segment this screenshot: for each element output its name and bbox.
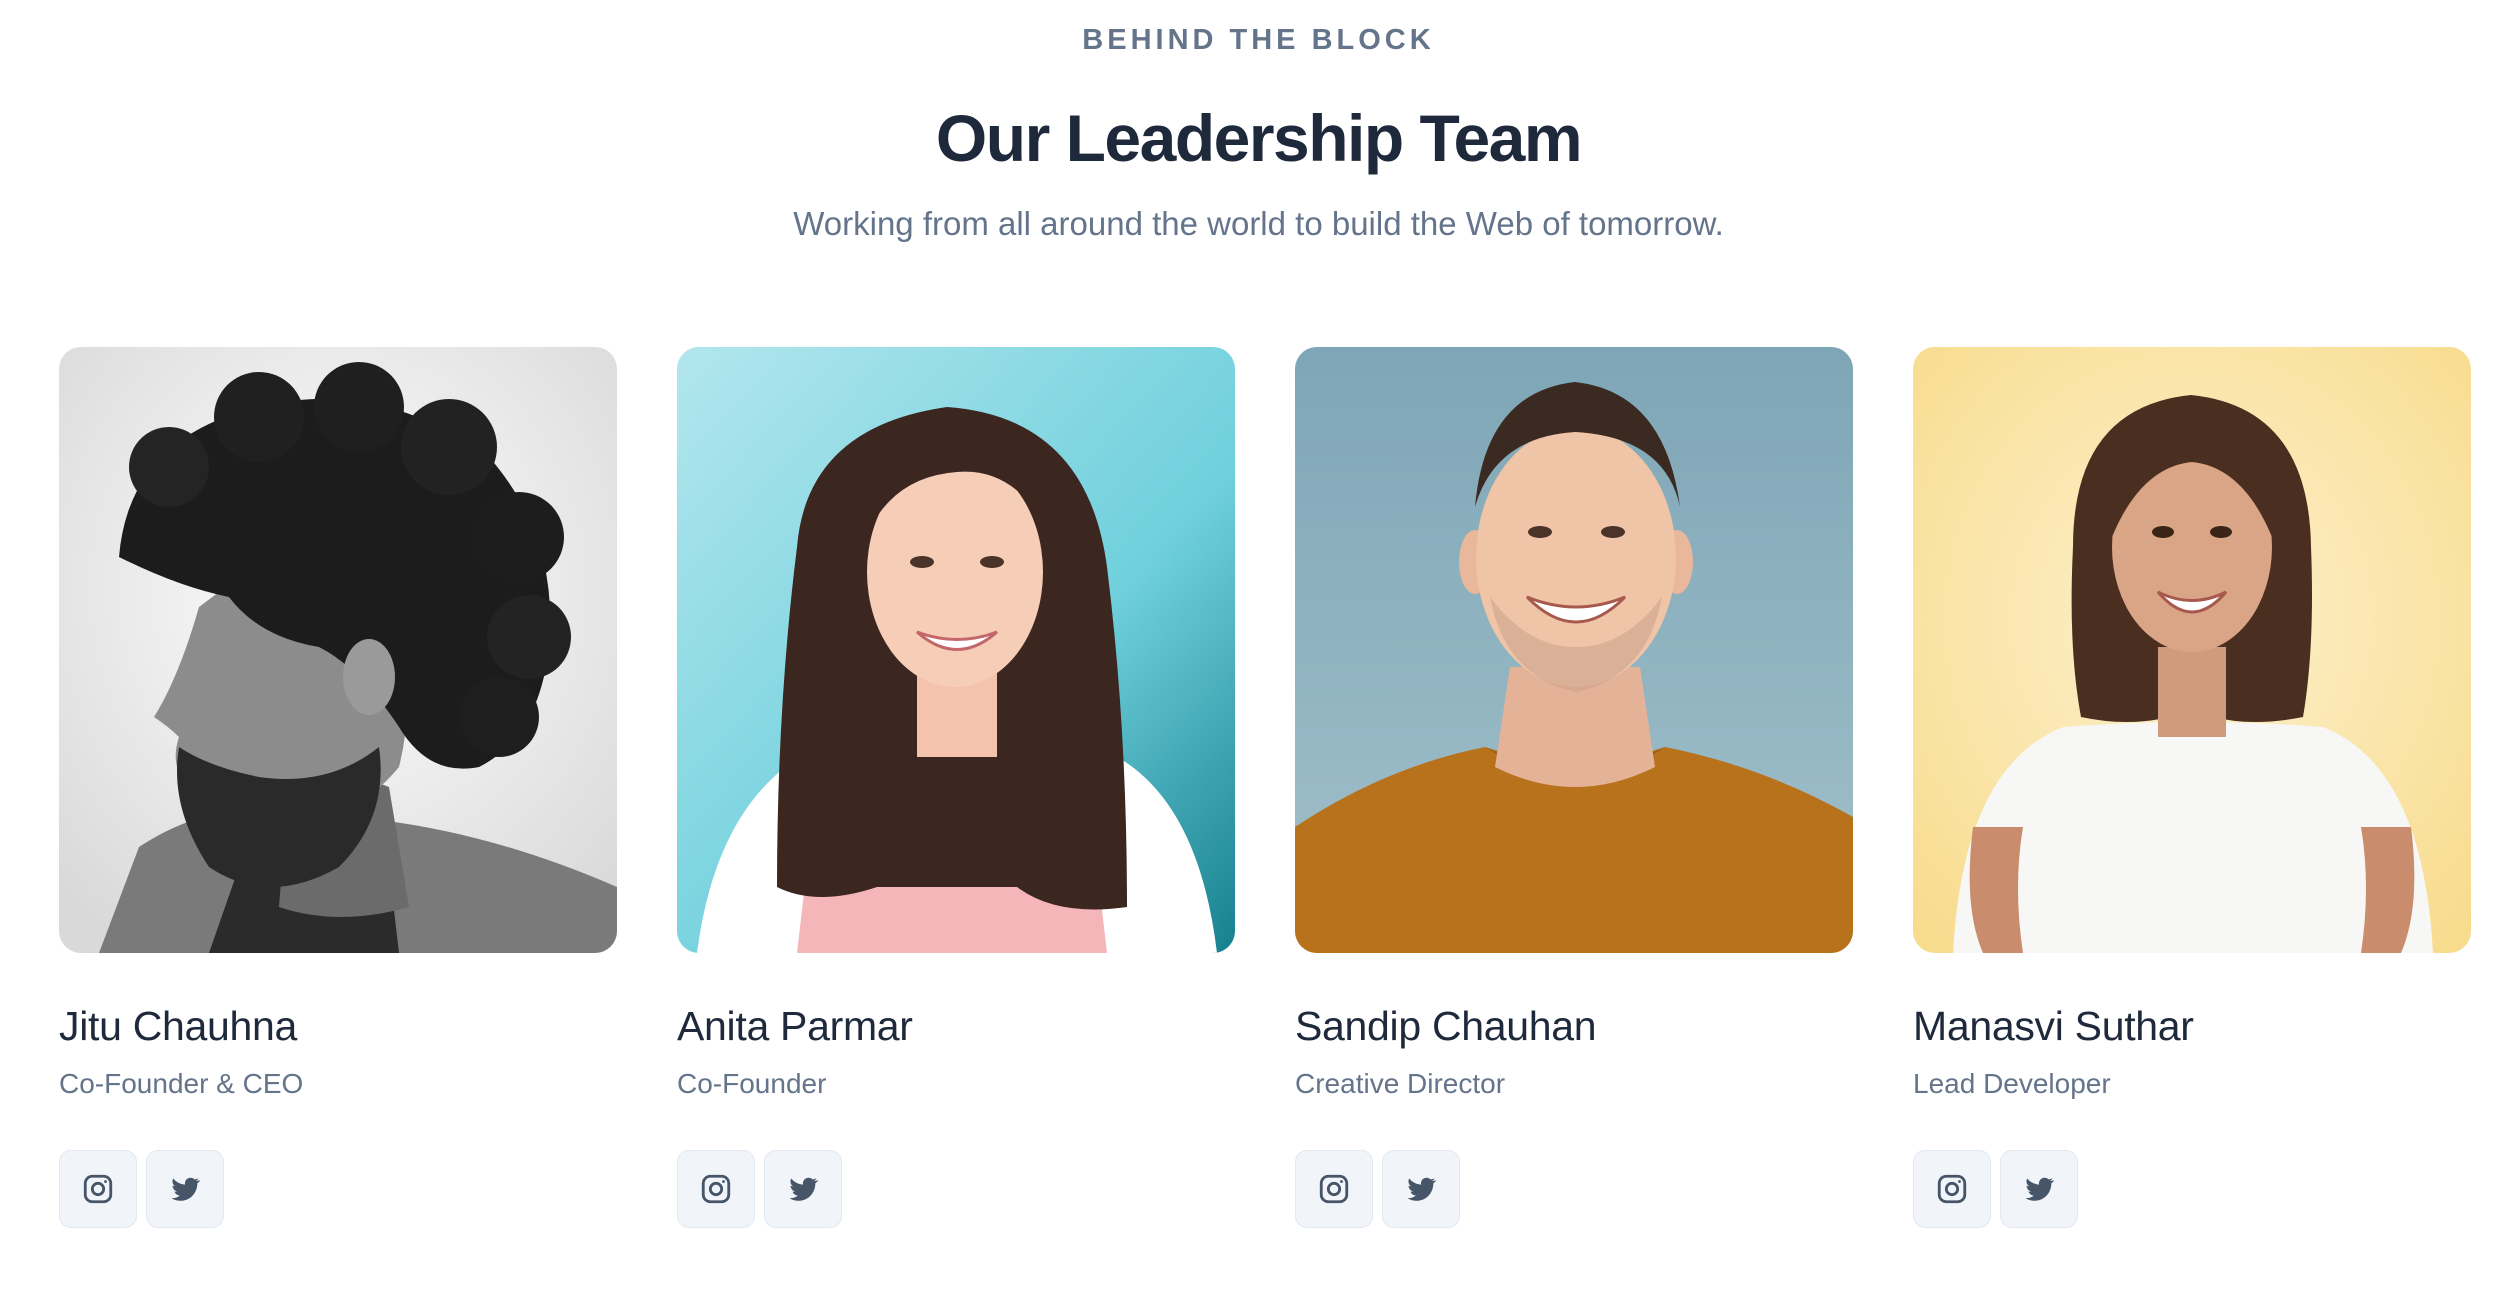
social-links: [59, 1150, 617, 1228]
portrait-image: [59, 347, 617, 953]
member-role: Lead Developer: [1913, 1068, 2111, 1099]
member-name: Anita Parmar: [677, 1003, 913, 1049]
team-grid: Jitu Chauhna Co-Founder & CEO Anita Parm…: [59, 347, 2471, 1228]
instagram-button[interactable]: [1913, 1150, 1991, 1228]
portrait-image: [677, 347, 1235, 953]
team-photo: [59, 347, 617, 953]
twitter-button[interactable]: [146, 1150, 224, 1228]
twitter-icon: [171, 1177, 201, 1201]
instagram-button[interactable]: [677, 1150, 755, 1228]
member-role: Co-Founder & CEO: [59, 1068, 304, 1099]
instagram-button[interactable]: [1295, 1150, 1373, 1228]
member-name: Jitu Chauhna: [59, 1003, 298, 1049]
member-role: Creative Director: [1295, 1068, 1506, 1099]
instagram-icon: [1319, 1174, 1349, 1204]
social-links: [1295, 1150, 1853, 1228]
member-role: Co-Founder: [677, 1068, 827, 1099]
twitter-icon: [2025, 1177, 2055, 1201]
section-eyebrow: BEHIND THE BLOCK: [1082, 24, 1435, 56]
social-links: [1913, 1150, 2471, 1228]
instagram-button[interactable]: [59, 1150, 137, 1228]
twitter-icon: [1407, 1177, 1437, 1201]
team-card: Anita Parmar Co-Founder: [677, 347, 1235, 1228]
team-photo: [677, 347, 1235, 953]
portrait-image: [1295, 347, 1853, 953]
twitter-button[interactable]: [1382, 1150, 1460, 1228]
instagram-icon: [1937, 1174, 1967, 1204]
team-card: Sandip Chauhan Creative Director: [1295, 347, 1853, 1228]
portrait-image: [1913, 347, 2471, 953]
social-links: [677, 1150, 1235, 1228]
twitter-icon: [789, 1177, 819, 1201]
member-name: Manasvi Suthar: [1913, 1003, 2194, 1049]
team-card: Jitu Chauhna Co-Founder & CEO: [59, 347, 617, 1228]
team-photo: [1913, 347, 2471, 953]
twitter-button[interactable]: [2000, 1150, 2078, 1228]
section-title: Our Leadership Team: [935, 101, 1583, 175]
instagram-icon: [701, 1174, 731, 1204]
section-subtitle: Working from all around the world to bui…: [793, 205, 1724, 242]
twitter-button[interactable]: [764, 1150, 842, 1228]
member-name: Sandip Chauhan: [1295, 1003, 1597, 1049]
team-photo: [1295, 347, 1853, 953]
team-card: Manasvi Suthar Lead Developer: [1913, 347, 2471, 1228]
instagram-icon: [83, 1174, 113, 1204]
